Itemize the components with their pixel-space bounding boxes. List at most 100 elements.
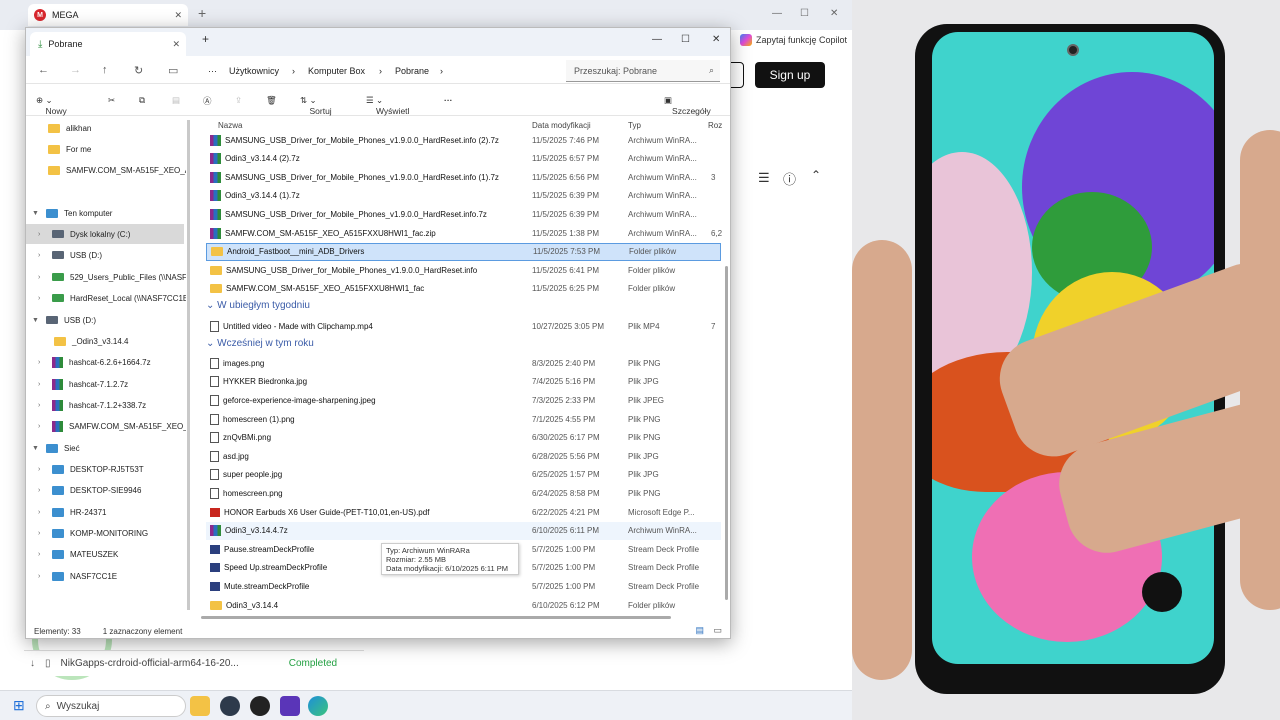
column-header-name[interactable]: Nazwa: [218, 121, 242, 130]
maximize-icon[interactable]: ☐: [681, 34, 690, 45]
close-icon[interactable]: ✕: [174, 10, 182, 21]
group-header[interactable]: ⌄ W ubiegłym tygodniu: [206, 300, 310, 311]
sidebar-item-network[interactable]: ▼ Sieć: [32, 438, 80, 458]
file-row[interactable]: znQvBMi.png 6/30/2025 6:17 PM Plik PNG: [206, 429, 721, 447]
maximize-icon[interactable]: ☐: [800, 8, 809, 19]
windows-start-icon[interactable]: ⊞: [13, 697, 25, 714]
chevron-right-icon[interactable]: ›: [38, 487, 46, 494]
back-icon[interactable]: ←: [38, 64, 49, 76]
file-row[interactable]: homescreen.png 6/24/2025 8:58 PM Plik PNG: [206, 484, 721, 502]
delete-icon[interactable]: 🗑: [266, 95, 277, 106]
sidebar-item[interactable]: › hashcat-7.1.2+338.7z: [38, 395, 146, 415]
chevron-right-icon[interactable]: ›: [38, 466, 46, 473]
sidebar-item[interactable]: › HR-24371: [38, 502, 106, 522]
vertical-scrollbar[interactable]: [724, 120, 729, 615]
copilot-button[interactable]: Zapytaj funkcję Copilot: [740, 34, 847, 46]
sidebar-item[interactable]: › hashcat-7.1.2.7z: [38, 374, 128, 394]
file-row[interactable]: HONOR Earbuds X6 User Guide-(PET-T10,01,…: [206, 503, 721, 521]
file-row[interactable]: Odin3_v3.14.4.7z 6/10/2025 6:11 PM Archiwu…: [206, 521, 721, 540]
taskbar-search[interactable]: ⌕ Wyszukaj: [36, 695, 186, 717]
minimize-icon[interactable]: —: [652, 34, 662, 45]
chevron-right-icon[interactable]: ›: [38, 381, 46, 388]
sidebar-item[interactable]: alikhan: [48, 118, 91, 138]
sidebar-item-this-pc[interactable]: ▼ Ten komputer: [32, 203, 112, 223]
cut-icon[interactable]: ✂: [108, 95, 115, 106]
paste-icon[interactable]: ▤: [172, 95, 180, 106]
sidebar-item[interactable]: › 529_Users_Public_Files (\\NASF7C: [38, 267, 186, 287]
new-button[interactable]: ⊕ Nowy ⌄: [36, 95, 67, 116]
view-button[interactable]: ☰ Wyświetl ⌄: [366, 95, 409, 116]
sidebar-item[interactable]: › hashcat-6.2.6+1664.7z: [38, 352, 151, 372]
chevron-right-icon[interactable]: ›: [38, 252, 46, 259]
sidebar-item[interactable]: › MATEUSZEK: [38, 544, 118, 564]
column-header-date[interactable]: Data modyfikacji: [532, 121, 591, 130]
sidebar-item-c-drive[interactable]: › Dysk lokalny (C:): [26, 224, 184, 244]
new-tab-icon[interactable]: +: [202, 32, 209, 46]
file-row[interactable]: Android_Fastboot__mini_ADB_Drivers 11/5/2…: [206, 242, 721, 261]
steam-taskbar-icon[interactable]: [220, 696, 240, 716]
file-row[interactable]: super people.jpg 6/25/2025 1:57 PM Plik JP…: [206, 466, 721, 484]
sidebar-item-usb[interactable]: ▼ USB (D:): [32, 310, 96, 330]
sidebar-item[interactable]: › NASF7CC1E: [38, 566, 117, 586]
edge-taskbar-icon[interactable]: [308, 696, 328, 716]
menu-icon[interactable]: ☰: [758, 170, 770, 186]
chevron-right-icon[interactable]: ›: [38, 530, 46, 537]
sidebar-item[interactable]: For me: [48, 139, 91, 159]
file-row[interactable]: SAMSUNG_USB_Driver_for_Mobile_Phones_v1.…: [206, 131, 721, 149]
sidebar-item[interactable]: › DESKTOP-SIE9946: [38, 480, 141, 500]
chevron-right-icon[interactable]: ›: [38, 295, 46, 302]
info-icon[interactable]: ⓘ: [783, 169, 796, 188]
forward-icon[interactable]: →: [70, 64, 81, 76]
rename-icon[interactable]: Ⓐ: [203, 95, 212, 107]
breadcrumb-downloads[interactable]: Pobrane: [395, 66, 429, 76]
minimize-icon[interactable]: —: [772, 8, 782, 19]
explorer-tab-pobrane[interactable]: ⤓ Pobrane ✕: [30, 32, 186, 56]
sort-button[interactable]: ⇅ Sortuj ⌄: [300, 95, 332, 116]
file-row[interactable]: Mute.streamDeckProfile 5/7/2025 1:00 PM St…: [206, 577, 721, 595]
chevron-down-icon[interactable]: ▼: [32, 210, 40, 217]
file-row[interactable]: geforce-experience-image-sharpening.jpeg…: [206, 391, 721, 409]
file-row[interactable]: HYKKER Biedronka.jpg 7/4/2025 5:16 PM Plik…: [206, 373, 721, 391]
scrollbar-thumb[interactable]: [725, 266, 728, 600]
file-row[interactable]: SAMSUNG_USB_Driver_for_Mobile_Phones_v1.…: [206, 205, 721, 223]
file-explorer-taskbar-icon[interactable]: [190, 696, 210, 716]
close-icon[interactable]: ✕: [172, 39, 180, 50]
more-options-icon[interactable]: ···: [444, 95, 453, 105]
sidebar-item[interactable]: › SAMFW.COM_SM-A515F_XEO_A5: [38, 416, 186, 436]
sidebar-item[interactable]: › USB (D:): [38, 245, 102, 265]
sidebar-item[interactable]: › DESKTOP-RJ5T53T: [38, 459, 144, 479]
file-row[interactable]: Odin3_v3.14.4 6/10/2025 6:12 PM Folder pli…: [206, 596, 721, 614]
signup-button[interactable]: Sign up: [755, 62, 825, 88]
collapse-icon[interactable]: ⌃: [811, 168, 821, 182]
file-row[interactable]: homescreen (1).png 7/1/2025 4:55 PM Plik P…: [206, 410, 721, 428]
app-taskbar-icon[interactable]: [250, 696, 270, 716]
chevron-down-icon[interactable]: ▼: [32, 445, 40, 452]
chevron-right-icon[interactable]: ›: [38, 509, 46, 516]
chevron-right-icon[interactable]: ›: [38, 402, 46, 409]
file-row[interactable]: SAMSUNG_USB_Driver_for_Mobile_Phones_v1.…: [206, 261, 721, 279]
file-row[interactable]: Untitled video - Made with Clipchamp.mp4…: [206, 317, 721, 335]
up-icon[interactable]: ↑: [102, 64, 108, 76]
sidebar-item[interactable]: _Odin3_v3.14.4: [54, 331, 129, 351]
chevron-right-icon[interactable]: ›: [38, 423, 46, 430]
tiles-view-icon[interactable]: ▭: [713, 625, 722, 636]
file-row[interactable]: SAMFW.COM_SM-A515F_XEO_A515FXXU8HWI1_fac…: [206, 224, 722, 242]
group-header[interactable]: ⌄ Wcześniej w tym roku: [206, 338, 314, 349]
sidebar-scrollbar[interactable]: [187, 120, 190, 610]
browser-tab-mega[interactable]: M MEGA ✕: [28, 4, 188, 26]
sidebar-item[interactable]: › KOMP-MONITORING: [38, 523, 148, 543]
more-path-icon[interactable]: ···: [208, 66, 217, 76]
column-header-size[interactable]: Roz: [708, 121, 722, 130]
search-input[interactable]: Przeszukaj: Pobrane ⌕: [566, 60, 720, 82]
file-row[interactable]: asd.jpg 6/28/2025 5:56 PM Plik JPG: [206, 447, 721, 465]
refresh-icon[interactable]: ↻: [134, 64, 143, 77]
close-icon[interactable]: ✕: [712, 34, 720, 45]
sidebar-item[interactable]: › HardReset_Local (\\NASF7CC1E): [38, 288, 186, 308]
sidebar-item[interactable]: SAMFW.COM_SM-A515F_XEO_A51: [48, 160, 186, 180]
chevron-right-icon[interactable]: ›: [38, 551, 46, 558]
column-header-type[interactable]: Typ: [628, 121, 641, 130]
file-row[interactable]: SAMFW.COM_SM-A515F_XEO_A515FXXU8HWI1_fac…: [206, 280, 721, 298]
download-item[interactable]: ↓ ▯ NikGapps-crdroid-official-arm64-16-2…: [24, 650, 364, 676]
details-button[interactable]: ▣ Szczegóły: [664, 95, 711, 116]
save-taskbar-icon[interactable]: [280, 696, 300, 716]
